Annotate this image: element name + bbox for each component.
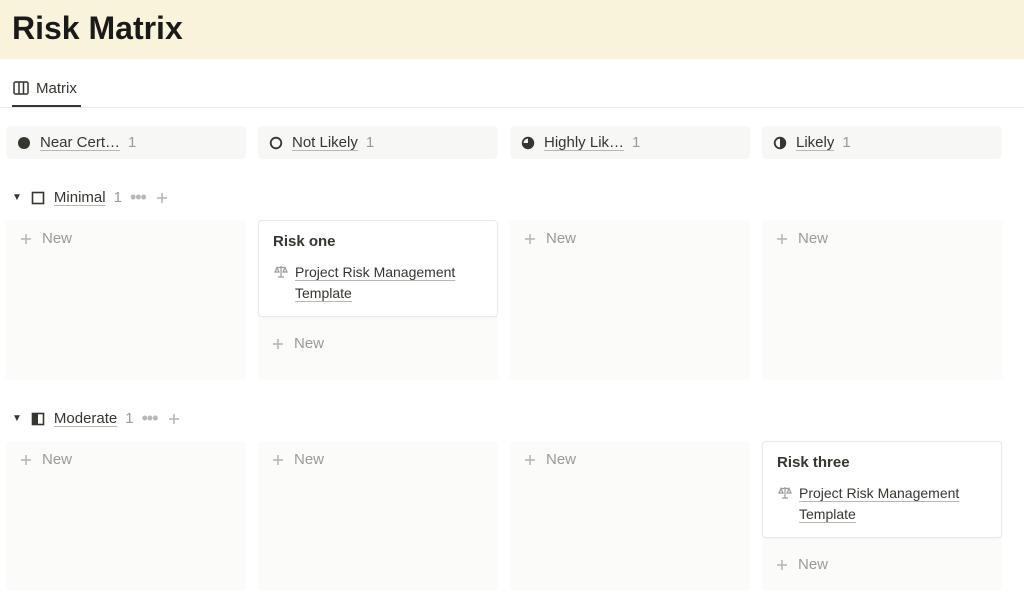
- new-button[interactable]: New: [510, 220, 750, 257]
- column-highly-likely[interactable]: Highly Lik… 1: [510, 126, 750, 159]
- new-button[interactable]: New: [6, 220, 246, 257]
- group-label[interactable]: Moderate: [54, 410, 117, 427]
- new-label: New: [42, 230, 72, 247]
- column-label: Near Cert…: [40, 134, 120, 151]
- board-cell: Risk three Project Risk Management Templ…: [762, 441, 1002, 591]
- circle-empty-icon: [268, 135, 284, 151]
- tab-matrix[interactable]: Matrix: [12, 73, 81, 107]
- column-label: Highly Lik…: [544, 134, 624, 151]
- new-label: New: [546, 230, 576, 247]
- new-button[interactable]: New: [762, 546, 1002, 583]
- group-count: 1: [114, 189, 122, 206]
- scales-icon: [777, 485, 793, 501]
- new-button[interactable]: New: [510, 441, 750, 478]
- board-cell: New: [6, 441, 246, 591]
- new-label: New: [798, 230, 828, 247]
- column-count: 1: [128, 134, 136, 151]
- page-header: Risk Matrix: [0, 0, 1024, 59]
- circle-half-icon: [772, 135, 788, 151]
- new-label: New: [546, 451, 576, 468]
- new-label: New: [294, 335, 324, 352]
- plus-icon[interactable]: [166, 411, 182, 427]
- new-label: New: [798, 556, 828, 573]
- plus-icon: [270, 452, 286, 468]
- group-header-minimal: ▼ Minimal 1 •••: [6, 159, 1018, 220]
- column-not-likely[interactable]: Not Likely 1: [258, 126, 498, 159]
- plus-icon: [522, 231, 538, 247]
- board-cell: New: [510, 220, 750, 380]
- circle-full-icon: [16, 135, 32, 151]
- board-cell: Risk one Project Risk Management Templat…: [258, 220, 498, 380]
- new-button[interactable]: New: [762, 220, 1002, 257]
- column-likely[interactable]: Likely 1: [762, 126, 1002, 159]
- plus-icon: [18, 231, 34, 247]
- new-label: New: [294, 451, 324, 468]
- plus-icon[interactable]: [154, 190, 170, 206]
- plus-icon: [270, 336, 286, 352]
- page-title: Risk Matrix: [12, 10, 1012, 47]
- card-link-text: Project Risk Management Template: [799, 483, 987, 525]
- plus-icon: [774, 557, 790, 573]
- tab-label: Matrix: [36, 80, 77, 97]
- square-half-icon: [30, 411, 46, 427]
- board-cell: New: [258, 441, 498, 591]
- board-cell: New: [510, 441, 750, 591]
- card-title: Risk three: [777, 454, 987, 471]
- scales-icon: [273, 264, 289, 280]
- group-row-moderate: New New New Risk three Project R: [6, 441, 1018, 591]
- chevron-down-icon[interactable]: ▼: [12, 413, 22, 424]
- more-icon[interactable]: •••: [142, 408, 158, 429]
- circle-threequarter-icon: [520, 135, 536, 151]
- columns-header-row: Near Cert… 1 Not Likely 1 Highly Lik… 1: [6, 126, 1018, 159]
- card-relation[interactable]: Project Risk Management Template: [777, 483, 987, 525]
- plus-icon: [774, 231, 790, 247]
- square-empty-icon: [30, 190, 46, 206]
- group-label[interactable]: Minimal: [54, 189, 106, 206]
- board-icon: [12, 79, 30, 97]
- group-row-minimal: New Risk one Project Risk Management Tem…: [6, 220, 1018, 380]
- group-header-moderate: ▼ Moderate 1 •••: [6, 380, 1018, 441]
- plus-icon: [522, 452, 538, 468]
- new-button[interactable]: New: [258, 325, 498, 362]
- board-cell: New: [762, 220, 1002, 380]
- new-label: New: [42, 451, 72, 468]
- board-cell: New: [6, 220, 246, 380]
- chevron-down-icon[interactable]: ▼: [12, 192, 22, 203]
- column-near-certain[interactable]: Near Cert… 1: [6, 126, 246, 159]
- new-button[interactable]: New: [6, 441, 246, 478]
- column-label: Likely: [796, 134, 834, 151]
- plus-icon: [18, 452, 34, 468]
- more-icon[interactable]: •••: [130, 187, 146, 208]
- card-link-text: Project Risk Management Template: [295, 262, 483, 304]
- card-title: Risk one: [273, 233, 483, 250]
- column-label: Not Likely: [292, 134, 358, 151]
- card-relation[interactable]: Project Risk Management Template: [273, 262, 483, 304]
- column-count: 1: [842, 134, 850, 151]
- column-count: 1: [366, 134, 374, 151]
- board-view: Near Cert… 1 Not Likely 1 Highly Lik… 1: [0, 108, 1024, 591]
- card-risk-one[interactable]: Risk one Project Risk Management Templat…: [258, 220, 498, 317]
- view-tabs: Matrix: [0, 59, 1024, 108]
- new-button[interactable]: New: [258, 441, 498, 478]
- group-count: 1: [125, 410, 133, 427]
- card-risk-three[interactable]: Risk three Project Risk Management Templ…: [762, 441, 1002, 538]
- column-count: 1: [632, 134, 640, 151]
